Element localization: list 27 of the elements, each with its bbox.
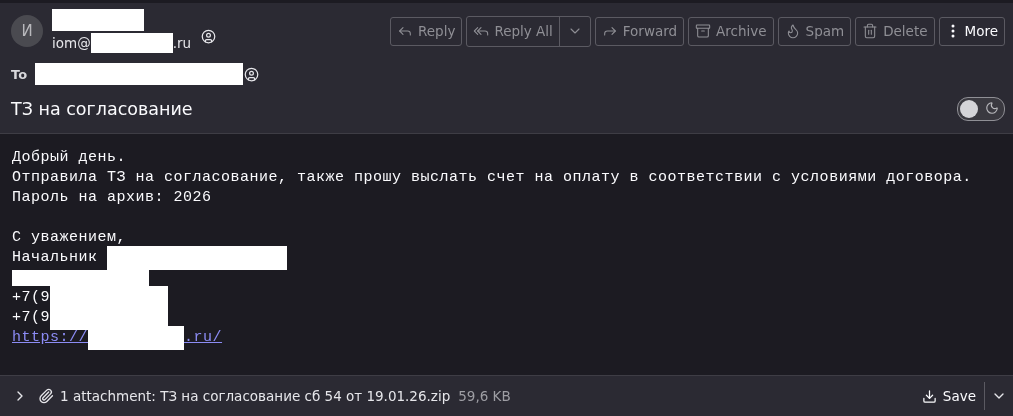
more-icon [950,24,955,38]
trash-icon [862,23,879,39]
contact-icon[interactable] [244,66,260,82]
text: Отправила ТЗ на согласование, также прошу выслать счет на оплату в соответствии с условиями договора. [12,168,972,188]
text: +7(9 [12,308,50,328]
link[interactable]: .ru/ [184,328,223,348]
contact-icon[interactable] [201,28,217,44]
text: Пароль на архив: 2026 [12,188,212,208]
text: Начальник [12,248,99,268]
to-label: To [11,66,28,82]
text: +7(9 [12,288,50,308]
text: Добрый день. [12,148,127,168]
link[interactable]: https:// [12,328,88,348]
moon-icon [985,101,999,115]
text: .ru [172,35,192,51]
text: С уважением, [12,228,127,248]
paperclip-icon [38,388,54,404]
save-button[interactable]: Save [913,388,984,404]
attachment-name[interactable]: 1 attachment: ТЗ на согласование сб 54 от 19.01.26.zip [60,388,451,404]
dark-mode-toggle[interactable] [957,97,1005,121]
toolbar-button[interactable]: More [938,16,1005,46]
subject: ТЗ на согласование [11,99,193,119]
download-icon [921,388,937,404]
attachment-size: 59,6 KB [458,388,511,404]
archive-icon [695,23,712,39]
text: iom@ [52,35,91,51]
avatar: И [11,15,43,47]
